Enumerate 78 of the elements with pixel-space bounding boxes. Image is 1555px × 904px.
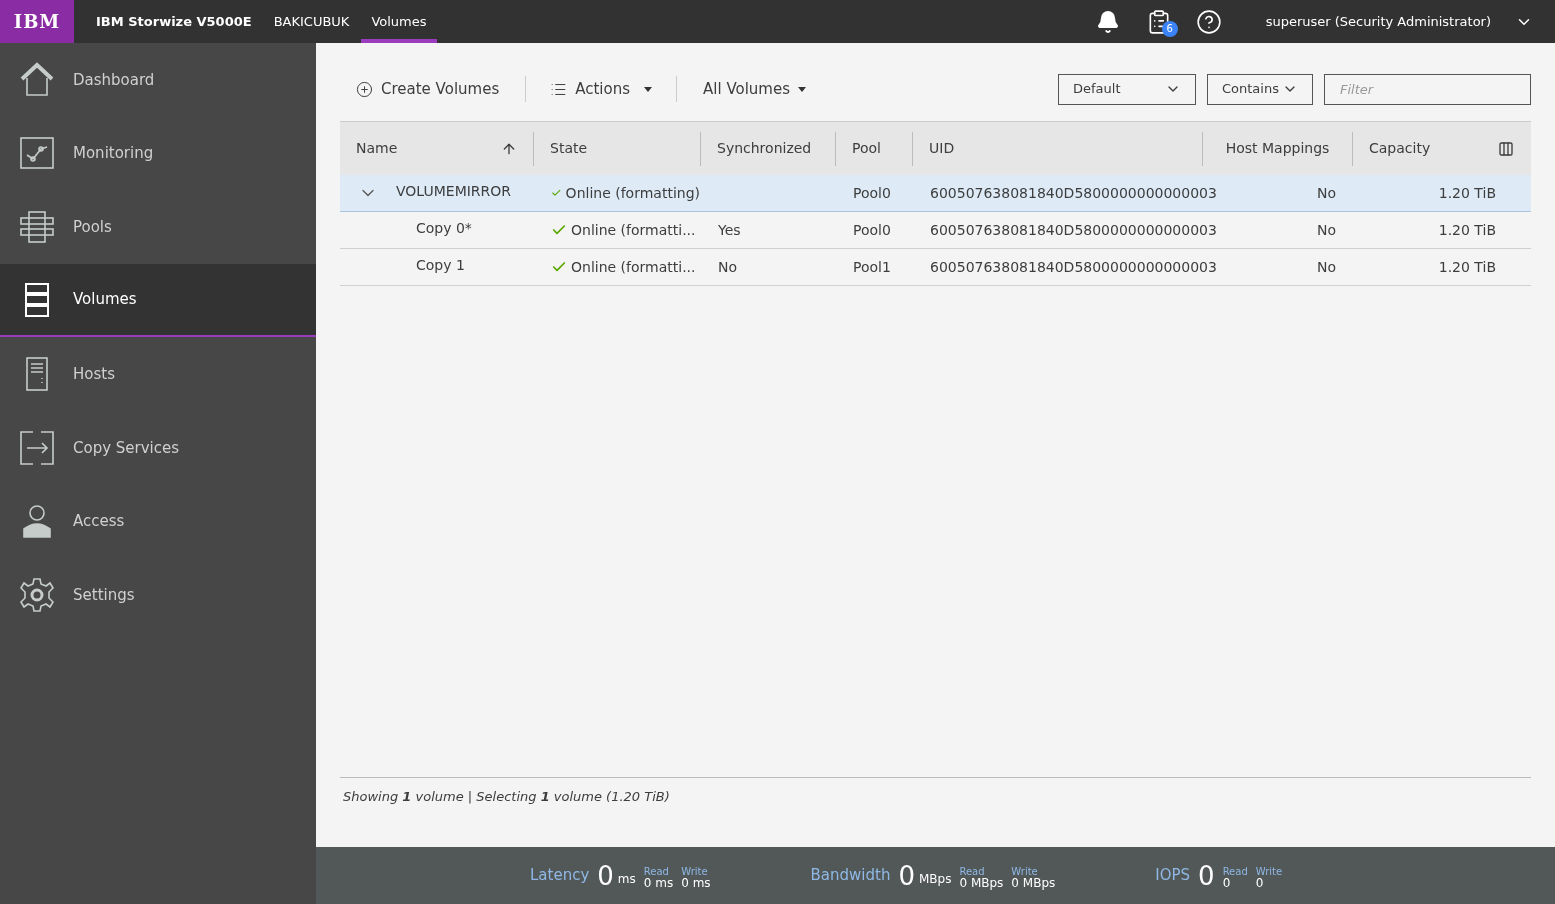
state-cell-text: Online (formatti... [571, 220, 696, 240]
read-value: 0 ms [643, 876, 674, 889]
tasks-badge: 6 [1161, 20, 1178, 37]
read-value: 0 [1222, 876, 1232, 889]
column-header[interactable]: Pool [852, 138, 881, 159]
sync-cell: No [718, 258, 738, 275]
uid-cell: 600507638081840D5800000000000003 [930, 184, 1217, 201]
sidebar-item[interactable]: Dashboard [0, 43, 316, 117]
columns-icon[interactable] [1498, 140, 1514, 157]
volume-name: Copy 0* [416, 218, 472, 238]
pool-cell: Pool0 [853, 184, 891, 201]
host-mappings-cell: No [1316, 258, 1336, 275]
sidebar-item[interactable]: Access [0, 484, 316, 559]
create-volumes-button[interactable]: Create Volumes [340, 77, 526, 101]
product-name: IBM Storwize V5000E [96, 12, 252, 31]
nav-tab[interactable]: Volumes [361, 0, 437, 43]
selection-summary: Showing 1 volume | Selecting 1 volume (1.20 TiB) [343, 789, 670, 804]
user-menu[interactable]: superuser (Security Administrator) [1265, 11, 1491, 32]
column-header[interactable]: Capacity [1369, 138, 1431, 159]
column-header[interactable]: Synchronized [717, 138, 812, 159]
capacity-cell: 1.20 TiB [1438, 184, 1496, 201]
preset-dropdown[interactable]: Default [1058, 73, 1196, 105]
read-label: Read [643, 866, 670, 877]
system-name: BAKICUBUK [273, 12, 350, 31]
help-icon[interactable] [1195, 8, 1222, 35]
copy-arrow-icon [19, 429, 55, 466]
host-mappings-cell: No [1316, 221, 1336, 238]
write-label: Write [1011, 866, 1039, 877]
column-header[interactable]: UID [929, 138, 955, 159]
metric-value: 0 [597, 862, 614, 889]
uid-cell: 600507638081840D5800000000000003 [930, 221, 1217, 238]
write-value: 0 [1255, 876, 1265, 889]
write-value: 0 ms [681, 876, 711, 889]
sidebar-item[interactable]: Hosts [0, 337, 316, 411]
capacity-cell: 1.20 TiB [1438, 258, 1496, 275]
view-dropdown[interactable]: All Volumes [677, 77, 832, 101]
write-value: 0 MBps [1011, 876, 1056, 889]
match-dropdown[interactable]: Contains [1207, 73, 1313, 105]
home-icon [19, 61, 55, 98]
metric-value: 0 [898, 862, 915, 889]
capacity-cell: 1.20 TiB [1438, 221, 1496, 238]
read-label: Read [1222, 866, 1248, 877]
actions-menu[interactable]: Actions [526, 77, 676, 101]
logo: IBM [0, 0, 74, 43]
metric-label: Bandwidth [810, 865, 891, 886]
write-label: Write [1255, 866, 1283, 877]
sidebar-item[interactable]: Copy Services [0, 410, 316, 485]
metric-label: IOPS [1155, 865, 1191, 886]
table-row[interactable]: VOLUMEMIRROR Online (formatting) Pool0 600507638081840D5800000000000003 No 1.20 TiB [340, 175, 1531, 212]
read-label: Read [959, 866, 986, 877]
volume-name: Copy 1 [416, 255, 465, 275]
sidebar-item[interactable]: Volumes [0, 263, 316, 338]
pool-cell: Pool0 [853, 221, 891, 238]
metric-unit: MBps [919, 870, 952, 888]
column-header[interactable]: Name [356, 138, 398, 159]
column-header[interactable]: Host Mappings [1225, 138, 1330, 159]
volume-name: VOLUMEMIRROR [396, 181, 512, 201]
sidebar-item[interactable]: Pools [0, 190, 316, 264]
state-cell-text: Online (formatting) [565, 183, 700, 203]
state-cell-text: Online (formatti... [571, 257, 696, 277]
read-value: 0 MBps [959, 876, 1004, 889]
sync-cell: Yes [718, 221, 741, 238]
host-mappings-cell: No [1316, 184, 1336, 201]
write-label: Write [681, 866, 709, 877]
filter-field[interactable]: Filter [1324, 73, 1531, 105]
settings-icon [19, 576, 55, 613]
uid-cell: 600507638081840D5800000000000003 [930, 258, 1217, 275]
pool-cell: Pool1 [853, 258, 891, 275]
stack-icon [19, 209, 55, 245]
metric-unit: ms [617, 870, 636, 888]
metric-label: Latency [530, 865, 590, 886]
notification-icon[interactable] [1095, 9, 1120, 34]
metric-value: 0 [1198, 862, 1215, 889]
sidebar-item[interactable]: Monitoring [0, 116, 316, 191]
sidebar-item[interactable]: Settings [0, 558, 316, 632]
plus-icon [356, 80, 373, 98]
column-header[interactable]: State [550, 138, 588, 159]
chart-icon [19, 135, 55, 172]
